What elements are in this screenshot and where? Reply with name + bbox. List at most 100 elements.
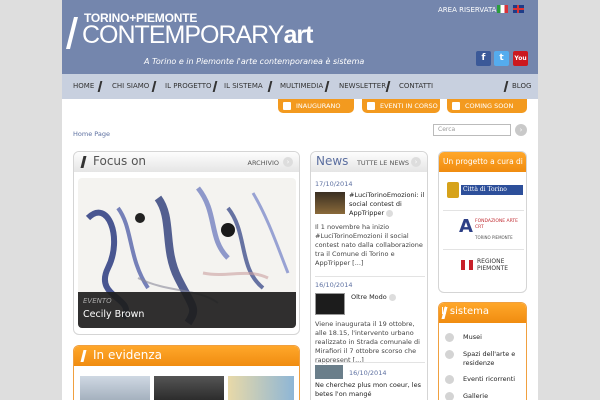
arrow-circle-icon [445,350,454,359]
nav-item-home[interactable]: HOME [73,74,94,99]
inaugurano-oggi-button[interactable]: INAUGURANO OGGI [278,99,354,124]
right-shadow [538,0,600,400]
news-arrow-icon[interactable] [386,209,394,217]
nav-item-il-sistema[interactable]: IL SISTEMA [224,74,263,99]
news-headline[interactable]: #LuciTorinoEmozioni: il social contest d… [349,191,427,218]
partners-box: Un progetto a cura di Città di Torino A … [438,151,527,293]
nav-separator [267,81,273,92]
nav-separator [212,81,218,92]
rocket-icon [452,102,460,110]
facebook-icon[interactable]: f [476,51,491,66]
news-box: News TUTTE LE NEWS › 17/10/2014 #LuciTor… [310,151,428,400]
nav-item-multimedia[interactable]: MULTIMEDIA [280,74,323,99]
sistema-item-label: Eventi ricorrenti [463,375,516,383]
news-thumbnail[interactable] [315,192,345,214]
in-evidenza-header: In evidenza [74,346,299,366]
eventi-in-corso-button[interactable]: EVENTI IN CORSO [362,99,440,113]
news-title: News [316,154,349,168]
nav-item-chi-siamo[interactable]: CHI SIAMO [112,74,149,99]
crt-a-icon: A [459,216,473,237]
arrow-circle-icon [445,375,454,384]
nav-item-contatti[interactable]: CONTATTI [399,74,433,99]
citta-di-torino-logo[interactable]: Città di Torino [447,176,526,212]
regione-piemonte-logo[interactable]: REGIONE PIEMONTE [447,254,526,290]
sistema-item-spazi[interactable]: Spazi dell'arte e residenze [445,350,526,370]
focus-caption-title[interactable]: Cecily Brown [83,309,144,320]
clock-icon [367,102,375,110]
nav-item-blog[interactable]: BLOG [512,74,531,99]
archivio-arrow-icon[interactable]: › [283,157,293,167]
news-header: News TUTTE LE NEWS › [311,152,427,172]
focus-on-title: Focus on [93,154,147,168]
site-header: TORINO+PIEMONTE CONTEMPORARYart A Torino… [62,0,538,74]
slash-icon [80,156,87,168]
arrow-circle-icon [445,333,454,342]
news-date: 16/10/2014 [315,281,353,289]
sistema-item-label: Spazi dell'arte e residenze [463,350,516,367]
nav-separator [151,81,157,92]
focus-artwork-image[interactable]: EVENTO Cecily Brown [78,178,296,328]
logo-slash [66,17,78,49]
tagline: A Torino e in Piemonte l'arte contempora… [144,57,365,66]
logo-main-text[interactable]: CONTEMPORARYart [82,21,313,49]
arrow-circle-icon [445,392,454,400]
coming-soon-label: COMING SOON [465,102,514,110]
fondazione-crt-label: FONDAZIONE ARTE CRT [475,219,519,230]
logo-main-word: CONTEMPORARY [82,21,284,49]
news-headline[interactable]: Ne cherchez plus mon coeur, les betes l'… [315,381,425,399]
il-sistema-header: Il sistema [439,303,526,323]
english-flag-icon[interactable] [513,5,524,13]
partners-title: Un progetto a cura di [443,157,523,166]
archivio-link[interactable]: ARCHIVIO [248,159,279,167]
news-thumbnail[interactable] [315,365,343,379]
regione-piemonte-label: REGIONE PIEMONTE [477,258,509,272]
search-input[interactable]: Cerca [433,124,511,136]
tutte-le-news-arrow-icon[interactable]: › [411,157,421,167]
news-excerpt: Viene inaugurata il 19 ottobre, alle 18.… [315,320,420,364]
slash-icon [80,350,87,362]
sistema-item-label: Gallerie [463,392,489,400]
tutte-le-news-link[interactable]: TUTTE LE NEWS [357,159,409,167]
focus-caption[interactable]: EVENTO Cecily Brown [78,292,296,328]
breadcrumb[interactable]: Home Page [73,130,110,138]
il-sistema-title: Il sistema [441,306,490,317]
fondazione-crt-sub: TORINO PIEMONTE [475,235,513,240]
news-divider [315,362,425,363]
youtube-icon[interactable]: You [513,51,528,66]
inaugurano-oggi-label: INAUGURANO OGGI [296,102,341,124]
citta-di-torino-label: Città di Torino [461,185,523,195]
news-arrow-icon[interactable] [388,293,396,301]
nav-item-newsletter[interactable]: NEWSLETTER [339,74,386,99]
news-headline[interactable]: Oltre Modo [351,293,427,302]
news-item[interactable]: 17/10/2014 [315,180,425,188]
left-shadow [0,0,62,400]
search-submit-icon[interactable]: › [515,124,527,136]
evidenza-thumb[interactable] [154,376,224,400]
eventi-in-corso-label: EVENTI IN CORSO [380,102,438,110]
page: TORINO+PIEMONTE CONTEMPORARYart A Torino… [62,0,538,400]
piemonte-cross-icon [465,260,469,270]
il-sistema-box: Il sistema Musei Spazi dell'arte e resid… [438,302,527,400]
evidenza-thumb[interactable] [80,376,150,400]
news-thumbnail[interactable] [315,293,345,315]
news-headline-text: Oltre Modo [351,293,387,301]
sistema-item-label: Musei [463,333,482,341]
area-riservata-link[interactable]: AREA RISERVATA [438,6,496,14]
news-date: 16/10/2014 [349,369,387,377]
news-excerpt: Il 1 novembre ha inizio #LuciTorinoEmozi… [315,223,423,267]
news-item[interactable]: 16/10/2014 [315,281,425,289]
nav-separator [503,81,509,92]
twitter-icon[interactable]: t [494,51,509,66]
in-evidenza-box: In evidenza [73,345,300,400]
italian-flag-icon[interactable] [497,5,508,13]
news-date: 17/10/2014 [315,180,353,188]
partners-divider [443,210,524,211]
focus-on-header: Focus on ARCHIVIO › [74,152,299,172]
evidenza-thumb[interactable] [228,376,294,400]
nav-item-il-progetto[interactable]: IL PROGETTO [165,74,212,99]
fondazione-crt-logo[interactable]: A FONDAZIONE ARTE CRT TORINO PIEMONTE [447,214,526,250]
nav-separator [324,81,330,92]
calendar-icon [283,102,291,110]
nav-separator [97,81,103,92]
coming-soon-button[interactable]: COMING SOON [447,99,527,113]
